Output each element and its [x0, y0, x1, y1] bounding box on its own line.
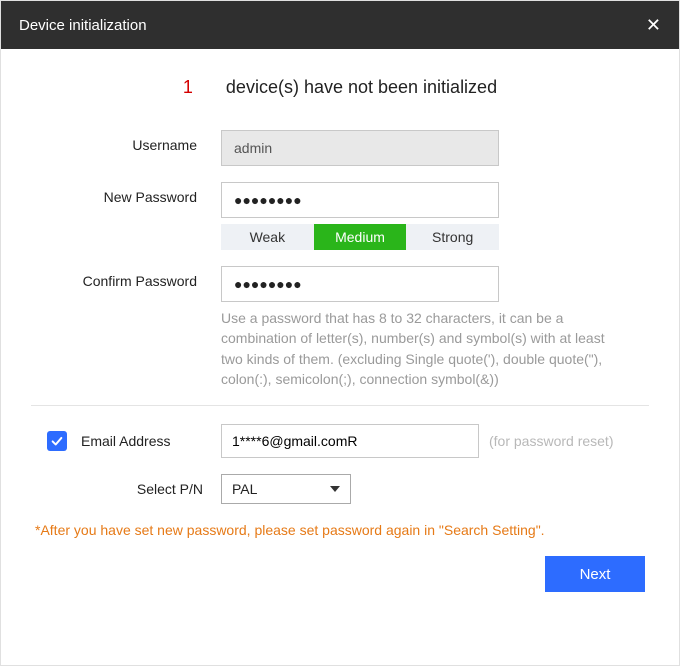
email-checkbox[interactable] — [47, 431, 67, 451]
banner: 1 device(s) have not been initialized — [31, 77, 649, 98]
dialog-footer: Next — [31, 556, 649, 592]
next-button[interactable]: Next — [545, 556, 645, 592]
email-field[interactable] — [221, 424, 479, 458]
select-pn-dropdown[interactable]: PAL — [221, 474, 351, 504]
dialog-content: 1 device(s) have not been initialized Us… — [1, 49, 679, 612]
warning-text: *After you have set new password, please… — [31, 522, 649, 538]
divider — [31, 405, 649, 406]
dialog-device-initialization: Device initialization ✕ 1 device(s) have… — [0, 0, 680, 666]
password-hint: Use a password that has 8 to 32 characte… — [221, 308, 621, 389]
username-label: Username — [31, 130, 221, 153]
strength-medium: Medium — [314, 224, 407, 250]
select-pn-label: Select P/N — [79, 481, 221, 497]
row-email: Email Address (for password reset) — [31, 424, 649, 458]
dialog-header: Device initialization ✕ — [1, 1, 679, 49]
strength-weak: Weak — [221, 224, 314, 250]
check-icon — [50, 434, 64, 448]
chevron-down-icon — [330, 486, 340, 492]
device-count: 1 — [183, 77, 193, 97]
email-hint: (for password reset) — [489, 433, 613, 449]
row-new-password: New Password Weak Medium Strong — [31, 182, 649, 250]
password-strength-meter: Weak Medium Strong — [221, 224, 499, 250]
row-confirm-password: Confirm Password Use a password that has… — [31, 266, 649, 389]
new-password-field[interactable] — [221, 182, 499, 218]
strength-strong: Strong — [406, 224, 499, 250]
email-label: Email Address — [79, 433, 221, 449]
username-field — [221, 130, 499, 166]
close-icon[interactable]: ✕ — [646, 15, 661, 36]
row-username: Username — [31, 130, 649, 166]
dialog-title: Device initialization — [19, 17, 147, 34]
confirm-password-label: Confirm Password — [31, 266, 221, 289]
confirm-password-field[interactable] — [221, 266, 499, 302]
select-pn-value: PAL — [232, 481, 257, 497]
row-select-pn: Select P/N PAL — [31, 474, 649, 504]
new-password-label: New Password — [31, 182, 221, 205]
banner-text: device(s) have not been initialized — [226, 77, 497, 97]
